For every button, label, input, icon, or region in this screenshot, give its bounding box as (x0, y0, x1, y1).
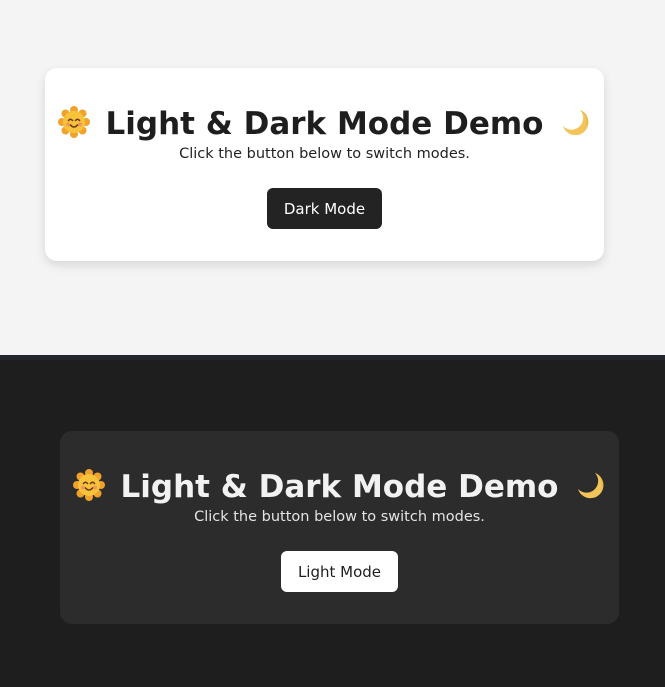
page-title-text: Light & Dark Mode Demo (105, 106, 544, 142)
crescent-moon-icon (574, 469, 606, 501)
page-title: Light & Dark Mode Demo (60, 465, 619, 509)
light-mode-card: Light & Dark Mode Demo Click the button … (45, 68, 604, 261)
instruction-text: Click the button below to switch modes. (194, 509, 485, 525)
crescent-moon-icon (559, 106, 591, 138)
smiling-sun-icon (57, 106, 90, 138)
page-title-text: Light & Dark Mode Demo (120, 469, 559, 505)
dark-mode-button[interactable]: Dark Mode (267, 188, 382, 229)
light-mode-button[interactable]: Light Mode (281, 551, 398, 592)
dark-mode-panel: Light & Dark Mode Demo Click the button … (0, 360, 665, 687)
instruction-text: Click the button below to switch modes. (179, 146, 470, 162)
light-mode-panel: Light & Dark Mode Demo Click the button … (0, 0, 665, 355)
page-title: Light & Dark Mode Demo (45, 102, 604, 146)
smiling-sun-icon (72, 469, 105, 501)
dark-mode-card: Light & Dark Mode Demo Click the button … (60, 431, 619, 624)
